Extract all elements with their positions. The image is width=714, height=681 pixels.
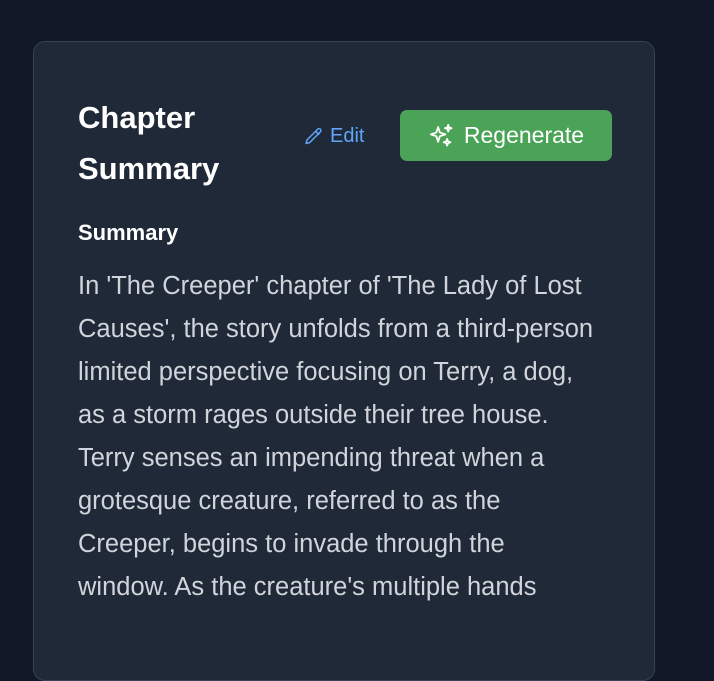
edit-button[interactable]: Edit bbox=[303, 123, 364, 149]
chapter-summary-card: Chapter Summary Edit Regenerate Summary … bbox=[33, 41, 655, 681]
sparkles-icon bbox=[428, 122, 455, 149]
regenerate-button[interactable]: Regenerate bbox=[400, 110, 612, 161]
edit-button-label: Edit bbox=[330, 124, 365, 147]
pencil-icon bbox=[303, 126, 324, 147]
summary-text: In 'The Creeper' chapter of 'The Lady of… bbox=[78, 272, 594, 601]
summary-section-label: Summary bbox=[78, 220, 179, 245]
card-title: Chapter Summary bbox=[78, 100, 220, 186]
regenerate-button-label: Regenerate bbox=[463, 122, 585, 148]
